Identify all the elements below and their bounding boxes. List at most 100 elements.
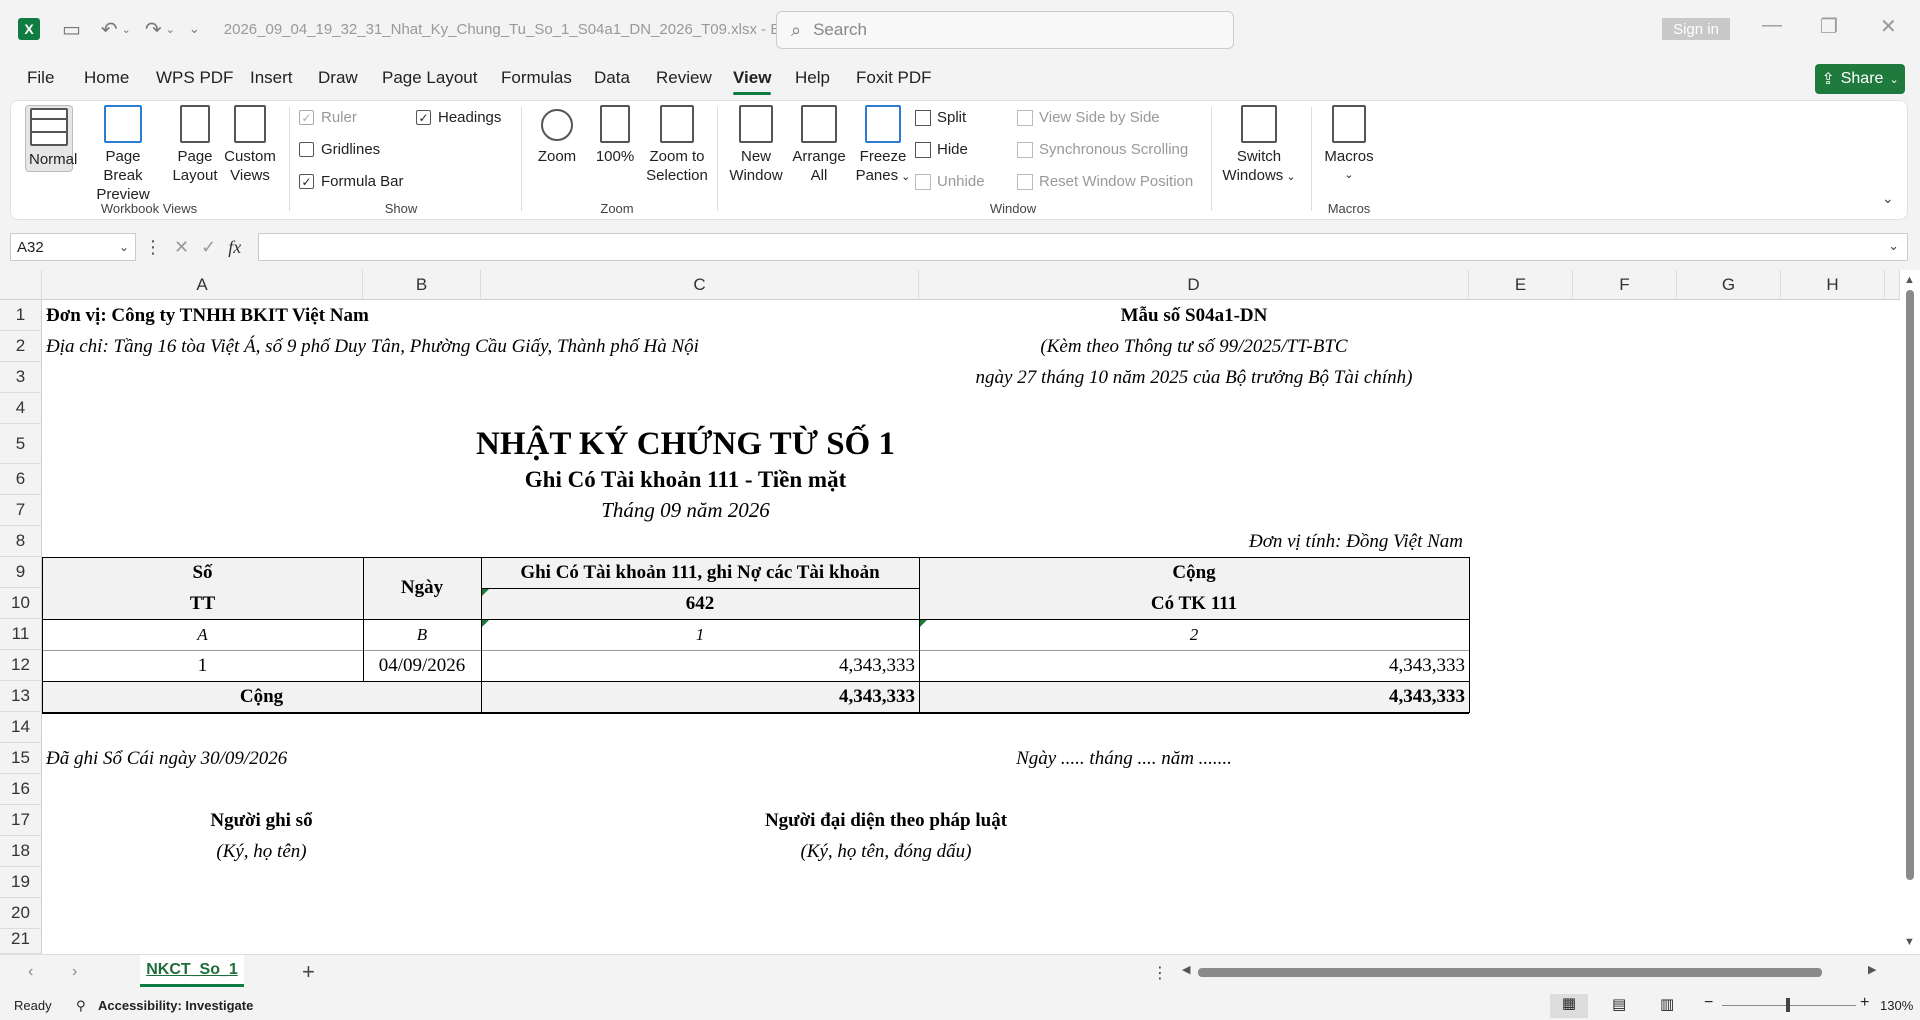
worksheet-grid[interactable]: A B C D E F G H 1 2 3 4 5 6 7 8 9 10 11 …	[0, 270, 1920, 954]
search-box[interactable]: ⌕ Search	[776, 11, 1234, 49]
expand-formula-bar-icon[interactable]: ⌄	[1888, 238, 1899, 254]
row-header[interactable]: 11	[0, 619, 42, 650]
headings-checkbox[interactable]: ✓ Headings	[416, 109, 501, 126]
page-break-status-icon[interactable]: ▥	[1660, 995, 1674, 1013]
scroll-up-icon[interactable]: ▲	[1904, 274, 1915, 286]
menu-insert[interactable]: Insert	[250, 68, 293, 88]
formula-bar-checkbox[interactable]: ✓ Formula Bar	[299, 173, 404, 190]
prev-sheet-icon[interactable]: ‹	[28, 963, 33, 981]
normal-view-status-icon[interactable]: ▦	[1550, 994, 1588, 1018]
zoom-out-icon[interactable]: −	[1704, 994, 1713, 1012]
header-tt[interactable]: TT	[42, 588, 363, 619]
formula-input[interactable]: ⌄	[258, 233, 1908, 261]
row-header[interactable]: 4	[0, 393, 42, 424]
signer-dai-dien[interactable]: Người đại diện theo pháp luật	[481, 805, 1469, 836]
row-header[interactable]: 18	[0, 836, 42, 867]
new-window-button[interactable]: New Window	[725, 105, 787, 185]
signer-dong-dau[interactable]: (Ký, họ tên, đóng dấu)	[481, 836, 1469, 867]
custom-views-button[interactable]: Custom Views	[221, 105, 279, 185]
menu-wps-pdf[interactable]: WPS PDF	[156, 68, 233, 88]
redo-icon[interactable]: ↷	[145, 17, 162, 42]
row-header[interactable]: 5	[0, 424, 42, 464]
zoom-slider-thumb[interactable]	[1786, 998, 1790, 1012]
scroll-down-icon[interactable]: ▼	[1904, 936, 1915, 948]
page-layout-status-icon[interactable]: ▤	[1612, 995, 1626, 1013]
menu-help[interactable]: Help	[795, 68, 830, 88]
zoom-100-button[interactable]: 100%	[591, 105, 639, 166]
header-642[interactable]: 642	[481, 588, 919, 619]
total-642[interactable]: 4,343,333	[481, 681, 915, 712]
page-layout-view-button[interactable]: Page Layout	[171, 105, 219, 185]
code-a[interactable]: A	[42, 619, 363, 650]
hide-button[interactable]: Hide	[915, 141, 968, 158]
header-co-tk[interactable]: Có TK 111	[919, 588, 1469, 619]
scroll-left-icon[interactable]: ◀	[1182, 963, 1190, 976]
code-2[interactable]: 2	[919, 619, 1469, 650]
column-header-e[interactable]: E	[1469, 270, 1573, 300]
menu-draw[interactable]: Draw	[318, 68, 358, 88]
header-ngay[interactable]: Ngày	[363, 557, 481, 619]
row-header[interactable]: 1	[0, 300, 42, 331]
cell-unit[interactable]: Đơn vị tính: Đồng Việt Nam	[919, 526, 1463, 557]
code-b[interactable]: B	[363, 619, 481, 650]
signer-ky-ho-ten[interactable]: (Ký, họ tên)	[42, 836, 481, 867]
column-header-a[interactable]: A	[42, 270, 363, 300]
macros-button[interactable]: Macros ⌄	[1321, 105, 1377, 185]
row-header[interactable]: 16	[0, 774, 42, 805]
row-header[interactable]: 15	[0, 743, 42, 774]
report-subtitle[interactable]: Ghi Có Tài khoản 111 - Tiền mặt	[42, 464, 1469, 495]
zoom-to-selection-button[interactable]: Zoom to Selection	[639, 105, 715, 185]
cell-dia-chi[interactable]: Địa chỉ: Tầng 16 tòa Việt Á, số 9 phố Du…	[46, 331, 699, 362]
more-options-icon[interactable]: ⋮	[144, 237, 162, 258]
menu-review[interactable]: Review	[656, 68, 712, 88]
code-1[interactable]: 1	[481, 619, 919, 650]
undo-dropdown-icon[interactable]: ⌄	[122, 23, 131, 36]
next-sheet-icon[interactable]: ›	[72, 963, 77, 981]
menu-formulas[interactable]: Formulas	[501, 68, 572, 88]
report-period[interactable]: Tháng 09 năm 2026	[42, 495, 1469, 526]
cell-ngay-thong-tu[interactable]: ngày 27 tháng 10 năm 2025 của Bộ trưởng …	[919, 362, 1469, 393]
page-break-preview-button[interactable]: Page Break Preview	[85, 105, 161, 204]
accessibility-icon[interactable]: ⚲	[76, 998, 86, 1014]
close-icon[interactable]: ✕	[1880, 14, 1897, 39]
normal-view-button[interactable]: Normal	[25, 105, 77, 172]
row-header[interactable]: 21	[0, 929, 42, 954]
freeze-panes-button[interactable]: Freeze Panes ⌄	[853, 105, 913, 187]
ruler-checkbox[interactable]: ✓ Ruler	[299, 109, 357, 126]
gridlines-checkbox[interactable]: Gridlines	[299, 141, 380, 158]
share-button[interactable]: ⇪ Share ⌄	[1815, 64, 1905, 94]
split-button[interactable]: Split	[915, 109, 966, 126]
column-header-b[interactable]: B	[363, 270, 481, 300]
cell-don-vi[interactable]: Đơn vị: Công ty TNHH BKIT Việt Nam	[46, 300, 369, 331]
header-so[interactable]: Số	[42, 557, 363, 588]
horizontal-scrollbar[interactable]: ◀ ▶	[1182, 963, 1882, 979]
unhide-button[interactable]: Unhide	[915, 173, 985, 190]
row-header[interactable]: 8	[0, 526, 42, 557]
row-header[interactable]: 13	[0, 681, 42, 712]
redo-dropdown-icon[interactable]: ⌄	[166, 23, 175, 36]
cell-ngay-ky[interactable]: Ngày ..... tháng .... năm .......	[919, 743, 1469, 774]
row-header[interactable]: 14	[0, 712, 42, 743]
column-header-c[interactable]: C	[481, 270, 919, 300]
synchronous-scrolling-button[interactable]: Synchronous Scrolling	[1017, 141, 1188, 158]
accessibility-status[interactable]: Accessibility: Investigate	[98, 998, 253, 1013]
signer-nguoi-ghi[interactable]: Người ghi sổ	[42, 805, 481, 836]
row-header[interactable]: 17	[0, 805, 42, 836]
column-header-g[interactable]: G	[1677, 270, 1781, 300]
menu-home[interactable]: Home	[84, 68, 129, 88]
cancel-icon[interactable]: ✕	[174, 237, 189, 258]
add-sheet-icon[interactable]: +	[302, 959, 315, 985]
total-label[interactable]: Cộng	[42, 681, 481, 712]
column-header-h[interactable]: H	[1781, 270, 1885, 300]
collapse-ribbon-icon[interactable]: ⌄	[1882, 190, 1894, 207]
row-header[interactable]: 12	[0, 650, 42, 681]
column-header-d[interactable]: D	[919, 270, 1469, 300]
name-box[interactable]: A32 ⌄	[10, 233, 136, 261]
menu-file[interactable]: File	[27, 68, 54, 88]
row-header[interactable]: 7	[0, 495, 42, 526]
cell-mau-so[interactable]: Mẫu số S04a1-DN	[919, 300, 1469, 331]
sign-in-button[interactable]: Sign in	[1662, 18, 1730, 40]
undo-icon[interactable]: ↶	[101, 17, 118, 42]
cell-kem-theo[interactable]: (Kèm theo Thông tư số 99/2025/TT-BTC	[919, 331, 1469, 362]
total-all[interactable]: 4,343,333	[919, 681, 1465, 712]
